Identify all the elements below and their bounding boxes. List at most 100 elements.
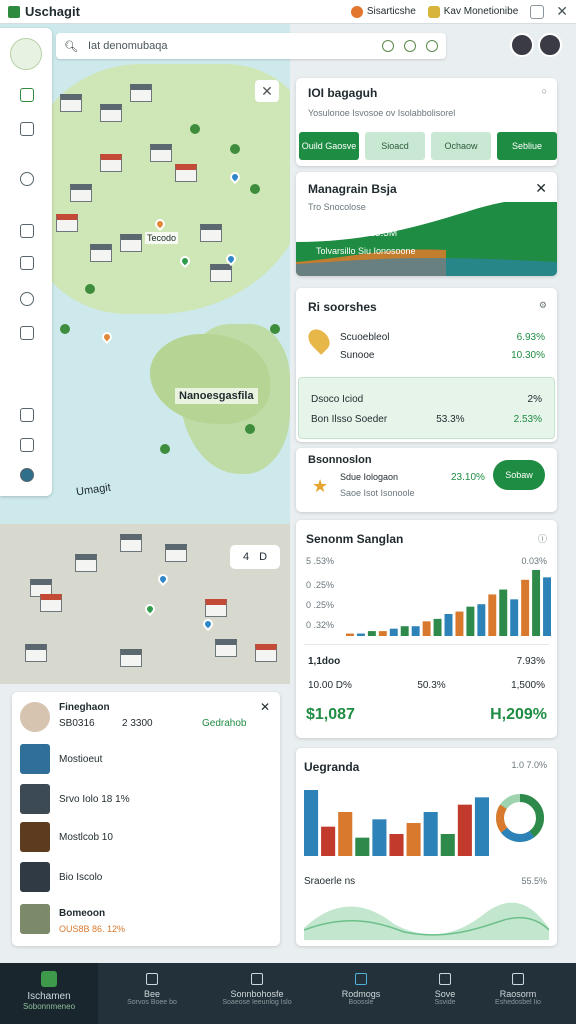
search-input[interactable]: Iat denomubaqa xyxy=(88,40,372,52)
app-brand[interactable]: Uschagit xyxy=(8,4,80,19)
shield-icon xyxy=(512,973,524,985)
stat-value: 23.10% xyxy=(451,472,485,483)
action-button[interactable]: Ochaow xyxy=(431,132,491,160)
avatar[interactable] xyxy=(510,33,534,57)
grid-icon xyxy=(146,973,158,985)
promo-line: Susato Isor 15.5M xyxy=(316,228,398,239)
chart-icon[interactable] xyxy=(20,784,50,814)
app-title: Uschagit xyxy=(25,4,80,19)
window-icon[interactable] xyxy=(530,4,545,19)
rail-logo-icon[interactable] xyxy=(10,38,42,70)
stat-label: 1,1doo xyxy=(308,656,341,667)
close-icon[interactable]: ✕ xyxy=(556,3,568,20)
filter-icon[interactable] xyxy=(404,40,416,52)
big-value: $1,087 xyxy=(306,706,355,723)
avatar[interactable] xyxy=(538,33,562,57)
nav-home[interactable]: Ischamen Sobonnmeneo xyxy=(0,963,98,1024)
stat-value: 1,500% xyxy=(511,680,545,691)
home-icon[interactable] xyxy=(20,224,34,238)
status-b[interactable]: Kav Monetionibe xyxy=(427,5,518,18)
island-label: Nanoesgasfila xyxy=(175,388,258,404)
layers-icon[interactable] xyxy=(426,40,438,52)
status-badge: Gedrahob xyxy=(202,718,247,729)
action-button[interactable]: Sebliue xyxy=(497,132,557,160)
chart-icon[interactable] xyxy=(20,292,34,306)
chart-bar xyxy=(400,626,409,636)
calendar-icon[interactable] xyxy=(20,256,34,270)
chip-value: 4 xyxy=(242,551,250,563)
close-icon[interactable]: ✕ xyxy=(535,180,547,197)
promo-line: Saoe Isot Isonoole xyxy=(340,488,415,498)
tree-icon xyxy=(230,144,240,154)
map-pin-label: Tecodo xyxy=(145,232,179,244)
info-icon[interactable]: ⓘ xyxy=(538,532,547,545)
y-tick-label: 5 .53% xyxy=(306,556,335,566)
chart-bar xyxy=(406,823,421,856)
clock-icon[interactable] xyxy=(20,172,34,186)
location-pin-icon xyxy=(304,325,334,355)
building-icon xyxy=(200,224,222,242)
analytics-card: Uegranda 1.0 7.0% Sraoerle ns 55.5% xyxy=(296,748,557,946)
list-item[interactable]: Mostlcob 10 xyxy=(59,832,113,843)
list-item-title: Bomeoon xyxy=(59,908,106,919)
map-layer-chip[interactable]: 4 D xyxy=(230,545,280,569)
stat-value: 50.3% xyxy=(417,680,446,691)
list-item[interactable]: Srvo Iolo 18 1% xyxy=(59,794,130,805)
stat-label: Sunooe xyxy=(340,350,375,361)
info-icon[interactable]: ○ xyxy=(542,86,547,96)
close-icon[interactable]: ✕ xyxy=(260,700,270,714)
stat-row: Dsoco Iciod 2% xyxy=(311,394,542,405)
document-icon[interactable] xyxy=(20,122,34,136)
promo-line: Tolvarsillo Siu Ionosoone xyxy=(316,246,416,256)
photo-icon[interactable] xyxy=(20,904,50,934)
building-icon xyxy=(215,639,237,657)
list-item[interactable]: Bio Iscolo xyxy=(59,872,102,883)
chart-bar xyxy=(499,589,508,636)
settings-icon[interactable] xyxy=(20,408,34,422)
stat-row: Sunooe 10.30% xyxy=(340,350,545,361)
map-close-button[interactable]: ✕ xyxy=(255,80,279,102)
nav-item[interactable]: Rodmogs Boossle xyxy=(326,973,396,1006)
promo-line: Sdue Iologaon xyxy=(340,472,399,482)
chart-bar xyxy=(444,614,453,636)
chart-bar xyxy=(423,812,438,856)
location-icon[interactable] xyxy=(382,40,394,52)
stat-label: Dsoco Iciod xyxy=(311,394,364,405)
map-island xyxy=(150,334,270,424)
settings-icon[interactable]: ⚙ xyxy=(539,300,547,311)
globe-icon[interactable] xyxy=(20,468,34,482)
nav-item[interactable]: Sonnbohosfe Soaeose Ieeunlog Islo xyxy=(212,973,302,1006)
refresh-icon[interactable] xyxy=(20,862,50,892)
chip-value: D xyxy=(259,551,268,563)
building-icon xyxy=(150,144,172,162)
share-icon[interactable] xyxy=(20,326,34,340)
status-a[interactable]: Sisarticshe xyxy=(350,5,416,18)
building-icon xyxy=(120,234,142,252)
list-icon[interactable] xyxy=(20,438,34,452)
avatar[interactable] xyxy=(20,702,50,732)
search-bar[interactable]: 🔍︎ Iat denomubaqa xyxy=(56,33,446,59)
heart-icon[interactable] xyxy=(20,88,34,102)
show-button[interactable]: Sobaw xyxy=(493,460,545,490)
chart-bar xyxy=(510,599,519,636)
action-button[interactable]: Sioacd xyxy=(365,132,425,160)
box-icon[interactable] xyxy=(20,822,50,852)
chart-bar xyxy=(367,631,376,636)
status-a-icon xyxy=(350,5,363,18)
nav-label: Sonnbohosfe xyxy=(230,989,284,999)
list-item[interactable]: Mostioeut xyxy=(59,754,102,765)
chart-bar xyxy=(422,621,431,636)
chart-bar xyxy=(532,570,541,636)
bar-chart xyxy=(346,570,551,636)
person-id-value: 2 3300 xyxy=(122,718,153,729)
chart-bar xyxy=(466,606,475,636)
map-pin-icon[interactable] xyxy=(99,329,115,345)
nav-item[interactable]: Raosorm Eshedosbel Iio xyxy=(486,973,550,1006)
compass-icon[interactable] xyxy=(20,744,50,774)
action-button[interactable]: Ouild Gaosve xyxy=(299,132,359,160)
nav-item[interactable]: Bee Sorvos Boee bo xyxy=(112,973,192,1006)
nav-item[interactable]: Sove Ssvide xyxy=(420,973,470,1006)
y-tick-label: 0 .25% xyxy=(306,600,335,610)
promotion-card: Bsonnoslon ★ Sdue Iologaon Saoe Isot Iso… xyxy=(296,448,557,512)
chart-bar xyxy=(477,604,486,636)
